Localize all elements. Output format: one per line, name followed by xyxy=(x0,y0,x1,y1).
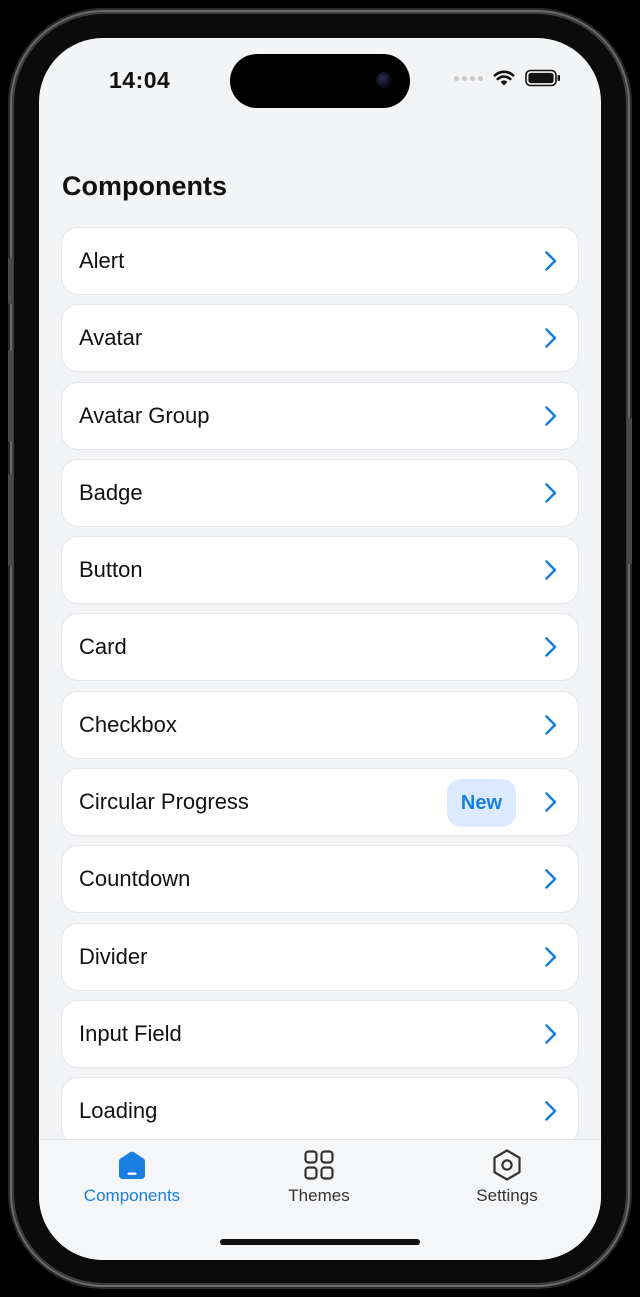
list-item-label: Circular Progress xyxy=(79,789,249,815)
list-item-label: Checkbox xyxy=(79,711,177,737)
components-list: Alert Avatar Avatar Group Badge Button C… xyxy=(62,228,578,1156)
device-power-button xyxy=(627,418,632,564)
camera-icon xyxy=(376,72,392,88)
grid-icon xyxy=(304,1150,334,1180)
cellular-signal-icon xyxy=(454,75,483,81)
status-time: 14:04 xyxy=(109,67,171,93)
chevron-right-icon xyxy=(545,483,557,503)
list-item-checkbox[interactable]: Checkbox xyxy=(62,691,578,758)
chevron-right-icon xyxy=(545,328,557,349)
list-item-card[interactable]: Card xyxy=(62,614,578,681)
list-item-avatar-group[interactable]: Avatar Group xyxy=(62,382,578,449)
list-item-label: Badge xyxy=(79,479,143,505)
wifi-icon xyxy=(493,70,515,86)
app-screen: 14:04 Components Alert Avatar Avatar Gro… xyxy=(39,38,601,1260)
list-item-label: Loading xyxy=(79,1098,158,1124)
list-item-label: Avatar Group xyxy=(79,402,210,428)
chevron-right-icon xyxy=(545,869,557,890)
device-volume-down-button xyxy=(8,474,13,566)
list-item-label: Countdown xyxy=(79,866,191,892)
list-item-label: Card xyxy=(79,634,127,660)
list-item-input-field[interactable]: Input Field xyxy=(62,1000,578,1067)
list-item-label: Button xyxy=(79,557,143,583)
gear-hexagon-icon xyxy=(493,1149,521,1181)
page-title: Components xyxy=(62,171,227,201)
list-item-label: Divider xyxy=(79,943,148,969)
device-volume-up-button xyxy=(8,350,13,442)
new-badge: New xyxy=(446,779,516,828)
device-action-button xyxy=(8,258,13,304)
chevron-right-icon xyxy=(545,792,557,812)
list-item-label: Avatar xyxy=(79,325,143,351)
status-icons xyxy=(454,69,561,87)
chevron-right-icon xyxy=(545,251,557,271)
list-item-circular-progress[interactable]: Circular Progress New xyxy=(62,769,578,836)
tab-settings[interactable]: Settings xyxy=(427,1148,587,1206)
list-item-alert[interactable]: Alert xyxy=(62,228,578,294)
list-item-loading[interactable]: Loading xyxy=(62,1078,578,1145)
chevron-right-icon xyxy=(545,637,557,658)
status-bar: 14:04 xyxy=(39,38,601,122)
list-item-countdown[interactable]: Countdown xyxy=(62,846,578,913)
list-item-avatar[interactable]: Avatar xyxy=(62,305,578,372)
chevron-right-icon xyxy=(545,405,557,426)
home-indicator[interactable] xyxy=(220,1239,420,1245)
tab-themes[interactable]: Themes xyxy=(239,1148,399,1206)
list-item-label: Input Field xyxy=(79,1020,182,1046)
dynamic-island xyxy=(230,54,410,108)
list-item-button[interactable]: Button xyxy=(62,537,578,604)
chevron-right-icon xyxy=(545,560,557,580)
chevron-right-icon xyxy=(545,1101,557,1122)
list-item-divider[interactable]: Divider xyxy=(62,923,578,990)
tab-label: Components xyxy=(83,1186,181,1205)
home-icon xyxy=(119,1151,145,1179)
tab-components[interactable]: Components xyxy=(52,1148,212,1206)
chevron-right-icon xyxy=(545,714,557,735)
chevron-right-icon xyxy=(545,1024,557,1044)
tab-label: Settings xyxy=(476,1186,538,1205)
battery-icon xyxy=(525,69,560,87)
chevron-right-icon xyxy=(545,946,557,967)
list-item-label: Alert xyxy=(79,248,125,273)
list-item-badge[interactable]: Badge xyxy=(62,459,578,526)
tab-label: Themes xyxy=(288,1186,350,1205)
